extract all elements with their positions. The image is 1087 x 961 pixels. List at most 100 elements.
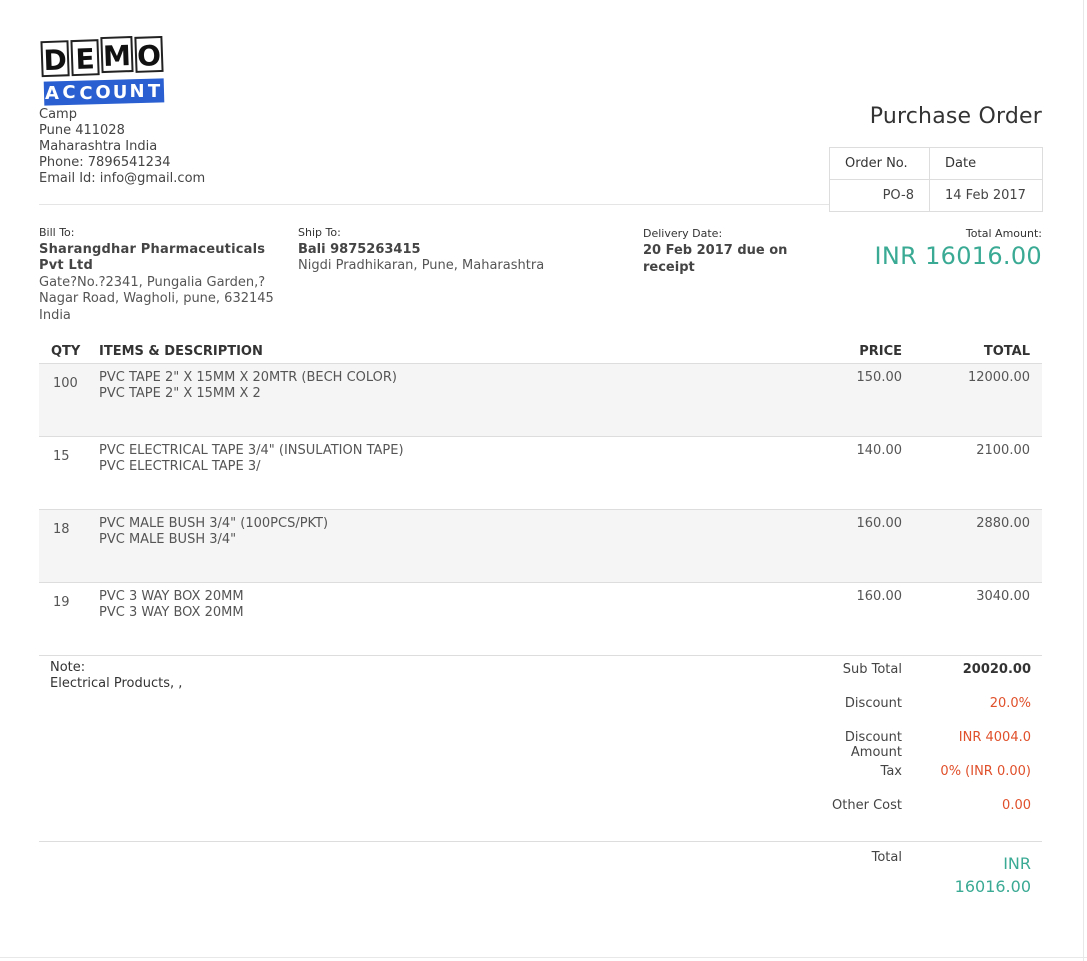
- item-detail: PVC ELECTRICAL TAPE 3/: [99, 459, 261, 474]
- divider: [39, 204, 829, 205]
- header-price: PRICE: [859, 344, 902, 359]
- sub-total-row: Sub Total 20020.00: [790, 662, 1042, 696]
- discount-amount-label-line: Discount: [844, 730, 902, 745]
- grand-total-currency: INR: [1003, 854, 1031, 873]
- company-phone: Phone: 7896541234: [39, 155, 171, 170]
- item-name: PVC 3 WAY BOX 20MM: [99, 589, 244, 604]
- tax-row: Tax 0% (INR 0.00): [790, 764, 1042, 798]
- order-info-table: Order No. Date PO-8 14 Feb 2017: [829, 147, 1043, 212]
- item-total: 3040.00: [976, 589, 1030, 604]
- discount-amount-row: Discount Amount INR 4004.0: [790, 730, 1042, 764]
- company-email: Email Id: info@gmail.com: [39, 171, 206, 186]
- ship-to-address: Nigdi Pradhikaran, Pune, Maharashtra: [298, 258, 545, 273]
- bill-to-address: Gate?No.?2341, Pungalia Garden,? Nagar R…: [39, 274, 274, 323]
- page-edge: [0, 957, 1087, 958]
- item-price: 150.00: [856, 370, 903, 385]
- item-detail: PVC 3 WAY BOX 20MM: [99, 605, 244, 620]
- item-total: 2880.00: [976, 516, 1030, 531]
- item-name: PVC ELECTRICAL TAPE 3/4" (INSULATION TAP…: [99, 443, 404, 458]
- item-qty: 15: [53, 449, 70, 464]
- summary-section: Sub Total 20020.00 Discount 20.0% Discou…: [790, 662, 1042, 832]
- item-qty: 19: [53, 595, 70, 610]
- svg-text:U: U: [113, 82, 128, 103]
- item-price: 140.00: [856, 443, 903, 458]
- logo-letter: O: [137, 39, 162, 73]
- delivery-date-section: Delivery Date: 20 Feb 2017 due on receip…: [643, 225, 813, 276]
- item-name: PVC MALE BUSH 3/4" (100PCS/PKT): [99, 516, 329, 531]
- total-amount-label: Total Amount:: [965, 227, 1042, 240]
- header-description: ITEMS & DESCRIPTION: [99, 344, 263, 359]
- discount-amount-label: Discount Amount: [845, 730, 902, 760]
- discount-label: Discount: [844, 696, 902, 711]
- ship-to-name: Bali 9875263415: [298, 241, 421, 257]
- svg-text:N: N: [129, 81, 144, 102]
- ship-to-label: Ship To:: [298, 226, 341, 239]
- sub-total-value: 20020.00: [962, 662, 1031, 677]
- table-row: 15 PVC ELECTRICAL TAPE 3/4" (INSULATION …: [39, 437, 1042, 510]
- tax-value: 0% (INR 0.00): [940, 764, 1031, 779]
- discount-amount-value: INR 4004.0: [958, 730, 1031, 745]
- other-cost-value: 0.00: [1002, 798, 1031, 813]
- company-address: Camp Pune 411028 Maharashtra India Phone…: [39, 107, 205, 187]
- item-price: 160.00: [856, 589, 903, 604]
- logo-letter: D: [43, 43, 67, 77]
- company-address-line: Pune 411028: [39, 123, 125, 138]
- table-row: 100 PVC TAPE 2" X 15MM X 20MTR (BECH COL…: [39, 364, 1042, 437]
- items-table-header: QTY ITEMS & DESCRIPTION PRICE TOTAL: [39, 340, 1042, 364]
- bill-to-section: Bill To: Sharangdhar Pharmaceuticals Pvt…: [39, 225, 279, 324]
- total-amount-value: INR 16016.00: [874, 242, 1042, 270]
- header-total: TOTAL: [983, 344, 1030, 359]
- discount-amount-label-line: Amount: [850, 745, 902, 760]
- item-detail: PVC TAPE 2" X 15MM X 2: [99, 386, 261, 401]
- item-description: PVC TAPE 2" X 15MM X 20MTR (BECH COLOR) …: [99, 370, 397, 402]
- note-label: Note:: [50, 660, 86, 675]
- other-cost-row: Other Cost 0.00: [790, 798, 1042, 832]
- item-description: PVC ELECTRICAL TAPE 3/4" (INSULATION TAP…: [99, 443, 404, 475]
- svg-text:C: C: [62, 82, 75, 103]
- discount-row: Discount 20.0%: [790, 696, 1042, 730]
- logo-letter: E: [75, 42, 95, 76]
- order-no-value: PO-8: [829, 179, 930, 212]
- sub-total-label: Sub Total: [842, 662, 902, 677]
- item-qty: 18: [53, 522, 70, 537]
- table-row: 18 PVC MALE BUSH 3/4" (100PCS/PKT) PVC M…: [39, 510, 1042, 583]
- date-label: Date: [929, 147, 1043, 180]
- tax-label: Tax: [880, 764, 902, 779]
- item-price: 160.00: [856, 516, 903, 531]
- grand-total-amount: 16016.00: [954, 877, 1031, 896]
- item-total: 2100.00: [976, 443, 1030, 458]
- item-description: PVC 3 WAY BOX 20MM PVC 3 WAY BOX 20MM: [99, 589, 244, 621]
- item-name: PVC TAPE 2" X 15MM X 20MTR (BECH COLOR): [99, 370, 397, 385]
- logo-letter: M: [103, 39, 132, 73]
- note-section: Note: Electrical Products, ,: [50, 660, 182, 692]
- svg-text:C: C: [79, 83, 92, 104]
- discount-value: 20.0%: [989, 696, 1031, 711]
- table-row: 19 PVC 3 WAY BOX 20MM PVC 3 WAY BOX 20MM…: [39, 583, 1042, 656]
- divider: [39, 841, 1042, 842]
- order-no-label: Order No.: [829, 147, 930, 180]
- total-amount-section: Total Amount: INR 16016.00: [875, 227, 1042, 270]
- svg-text:T: T: [148, 81, 161, 102]
- other-cost-label: Other Cost: [832, 798, 902, 813]
- delivery-date-value: 20 Feb 2017 due on receipt: [643, 243, 788, 275]
- item-description: PVC MALE BUSH 3/4" (100PCS/PKT) PVC MALE…: [99, 516, 328, 548]
- item-total: 12000.00: [967, 370, 1030, 385]
- page-edge: [1083, 0, 1084, 961]
- company-address-line: Camp: [39, 107, 77, 122]
- bill-to-name: Sharangdhar Pharmaceuticals Pvt Ltd: [39, 241, 266, 274]
- item-qty: 100: [53, 376, 78, 391]
- delivery-date-label: Delivery Date:: [643, 227, 723, 240]
- grand-total-label: Total: [871, 850, 902, 865]
- bill-to-label: Bill To:: [39, 226, 75, 239]
- svg-text:A: A: [45, 83, 59, 104]
- date-value: 14 Feb 2017: [929, 179, 1043, 212]
- svg-text:O: O: [95, 82, 110, 103]
- item-detail: PVC MALE BUSH 3/4": [99, 532, 237, 547]
- company-address-line: Maharashtra India: [39, 139, 158, 154]
- company-logo: D E M O ACC OUNT: [40, 36, 165, 106]
- page-title: Purchase Order: [869, 104, 1042, 129]
- header-qty: QTY: [51, 344, 81, 359]
- grand-total-value: INR 16016.00: [921, 852, 1031, 898]
- note-text: Electrical Products, ,: [50, 676, 183, 691]
- ship-to-section: Ship To: Bali 9875263415 Nigdi Pradhikar…: [298, 225, 544, 275]
